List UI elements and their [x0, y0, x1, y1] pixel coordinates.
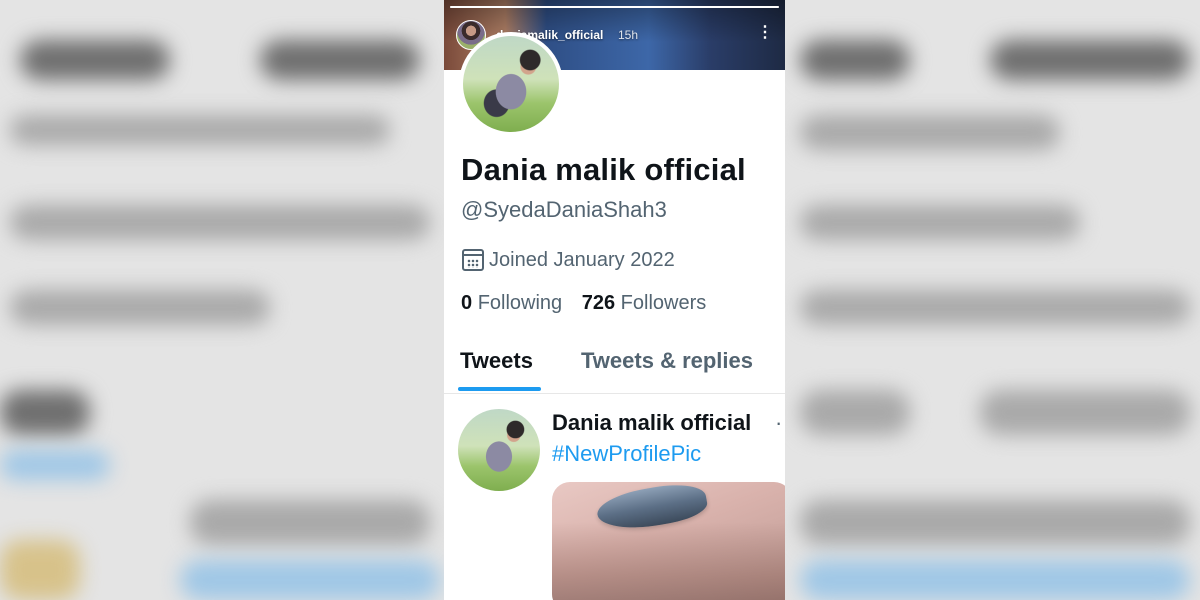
profile-display-name: Dania malik official [461, 152, 746, 187]
following-label: Following [477, 292, 563, 314]
tab-tweets-and-replies[interactable]: Tweets & replies [581, 348, 753, 374]
calendar-icon [462, 249, 484, 271]
profile-handle: @SyedaDaniaShah3 [461, 197, 667, 222]
tweet-separator: · [775, 410, 783, 435]
more-vertical-icon[interactable]: ⋮ [757, 22, 773, 44]
active-tab-indicator [458, 387, 541, 391]
followers-count: 726 [581, 292, 616, 314]
followers-link[interactable]: 726 Followers [582, 292, 707, 315]
tweet[interactable]: Dania malik official · #NewProfilePic [444, 394, 785, 600]
tab-tweets[interactable]: Tweets [460, 348, 533, 374]
tweet-hashtag-link[interactable]: #NewProfilePic [552, 441, 701, 467]
profile-stats: 0 Following 726 Followers [461, 292, 706, 315]
story-progress-fill [450, 6, 779, 8]
tweet-author-name[interactable]: Dania malik official [552, 410, 751, 436]
profile-avatar[interactable] [459, 32, 563, 136]
tweet-media-image[interactable] [552, 482, 785, 600]
following-count: 0 [461, 292, 473, 314]
joined-date: Joined January 2022 [489, 249, 675, 271]
followers-label: Followers [620, 292, 707, 314]
story-progress-bar [450, 6, 779, 8]
following-link[interactable]: 0 Following [461, 292, 562, 315]
story-time: 15h [618, 28, 639, 42]
story-screen: daniamalik_official 15h ⋮ Dania malik of… [444, 0, 785, 600]
profile-tabs: Tweets Tweets & replies [444, 340, 785, 394]
tweet-author-avatar[interactable] [458, 409, 540, 491]
